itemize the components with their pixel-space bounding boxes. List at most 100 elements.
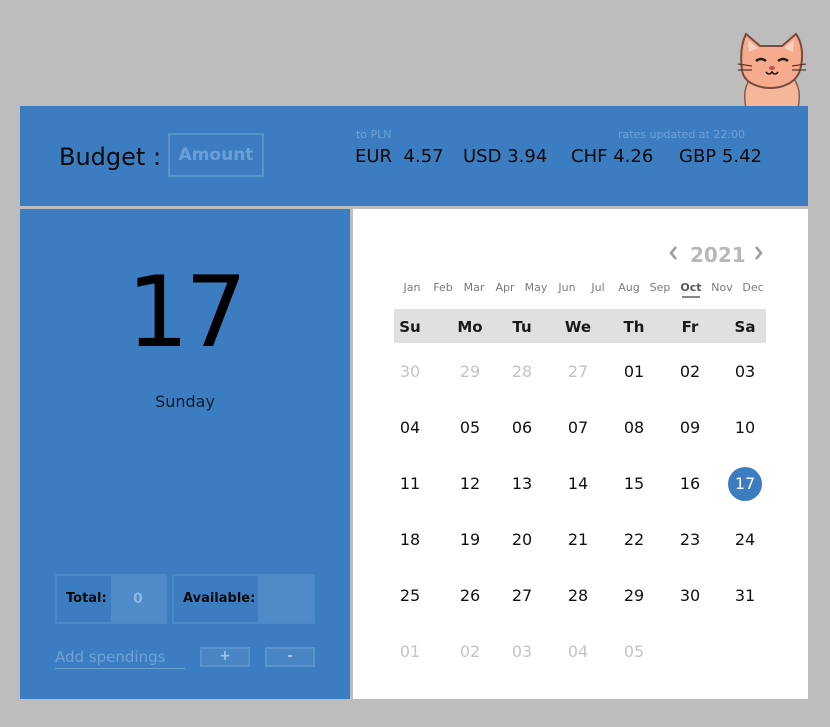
calendar-day[interactable]: 02	[450, 635, 490, 669]
subtract-spending-button[interactable]: -	[265, 647, 315, 667]
rate-value: 5.42	[721, 146, 762, 167]
calendar-day[interactable]: 14	[558, 467, 598, 501]
add-spending-button[interactable]: +	[200, 647, 250, 667]
month-jul[interactable]: Jul	[583, 281, 613, 294]
calendar-day[interactable]: 12	[450, 467, 490, 501]
rate-usd: USD 3.94	[463, 146, 547, 167]
month-aug[interactable]: Aug	[614, 281, 644, 294]
chevron-right-icon[interactable]	[754, 245, 764, 261]
calendar-day-label: 06	[511, 418, 533, 437]
month-jan[interactable]: Jan	[397, 281, 427, 294]
calendar-day[interactable]: 11	[390, 467, 430, 501]
calendar-day[interactable]: 01	[390, 635, 430, 669]
month-feb[interactable]: Feb	[428, 281, 458, 294]
calendar-day[interactable]: 24	[725, 523, 765, 557]
calendar-day-label: 27	[511, 586, 533, 605]
calendar-day-label: 04	[567, 642, 589, 661]
calendar-day[interactable]: 04	[390, 411, 430, 445]
rate-gbp: GBP 5.42	[679, 146, 762, 167]
calendar-day-label: 16	[679, 474, 701, 493]
calendar-day-label: 19	[459, 530, 481, 549]
month-oct[interactable]: Oct	[676, 281, 706, 298]
month-dec[interactable]: Dec	[738, 281, 768, 294]
calendar-day[interactable]: 28	[502, 355, 542, 389]
calendar-day-label: 22	[623, 530, 645, 549]
calendar-day-label: 13	[511, 474, 533, 493]
calendar-day-label: 12	[459, 474, 481, 493]
month-nov[interactable]: Nov	[707, 281, 737, 294]
calendar-day-label: 18	[399, 530, 421, 549]
rate-value: 4.26	[613, 146, 654, 167]
calendar-day[interactable]: 02	[670, 355, 710, 389]
calendar-day[interactable]: 03	[725, 355, 765, 389]
calendar-day[interactable]: 01	[614, 355, 654, 389]
calendar-day[interactable]: 30	[390, 355, 430, 389]
calendar-day-label: 15	[623, 474, 645, 493]
selected-day-number: 17	[126, 256, 248, 370]
calendar-day-label: 14	[567, 474, 589, 493]
add-spendings-input[interactable]	[55, 646, 185, 669]
calendar-day[interactable]: 30	[670, 579, 710, 613]
rate-code: GBP	[679, 146, 717, 167]
calendar-day[interactable]: 27	[558, 355, 598, 389]
available-box: Available:	[172, 574, 315, 624]
rates-updated-label: rates updated at 22:00	[618, 128, 746, 141]
calendar-day[interactable]: 15	[614, 467, 654, 501]
calendar-day[interactable]: 21	[558, 523, 598, 557]
rate-value: 3.94	[507, 146, 548, 167]
calendar-day[interactable]: 03	[502, 635, 542, 669]
calendar-day[interactable]: 04	[558, 635, 598, 669]
month-may[interactable]: May	[521, 281, 551, 294]
calendar-day-label: 23	[679, 530, 701, 549]
calendar-day-label: 27	[567, 362, 589, 381]
calendar-day-label: 17	[734, 474, 756, 493]
weekday-we: We	[564, 318, 592, 336]
weekday-mo: Mo	[457, 318, 483, 336]
calendar-day[interactable]: 06	[502, 411, 542, 445]
calendar-day-label: 10	[734, 418, 756, 437]
amount-input[interactable]	[168, 133, 264, 177]
calendar-day[interactable]: 31	[725, 579, 765, 613]
calendar-day[interactable]: 28	[558, 579, 598, 613]
calendar-day-label: 26	[459, 586, 481, 605]
month-sep[interactable]: Sep	[645, 281, 675, 294]
calendar-day-label: 20	[511, 530, 533, 549]
weekday-th: Th	[623, 318, 645, 336]
calendar-day[interactable]: 07	[558, 411, 598, 445]
calendar-day[interactable]: 22	[614, 523, 654, 557]
month-mar[interactable]: Mar	[459, 281, 489, 294]
calendar-day[interactable]: 20	[502, 523, 542, 557]
day-summary-panel: 17 Sunday Total: 0 Available: + -	[20, 209, 350, 699]
calendar-day[interactable]: 18	[390, 523, 430, 557]
calendar-day[interactable]: 09	[670, 411, 710, 445]
calendar-day-label: 01	[399, 642, 421, 661]
currency-base-label: to PLN	[356, 128, 392, 141]
calendar-day[interactable]: 26	[450, 579, 490, 613]
calendar-day-label: 01	[623, 362, 645, 381]
chevron-left-icon[interactable]	[668, 245, 678, 261]
calendar-day[interactable]: 27	[502, 579, 542, 613]
calendar-day[interactable]: 05	[614, 635, 654, 669]
calendar-day-label: 03	[511, 642, 533, 661]
calendar-day[interactable]: 16	[670, 467, 710, 501]
month-apr[interactable]: Apr	[490, 281, 520, 294]
calendar-day[interactable]: 13	[502, 467, 542, 501]
calendar-day[interactable]: 23	[670, 523, 710, 557]
calendar-day[interactable]: 08	[614, 411, 654, 445]
calendar-day-label: 24	[734, 530, 756, 549]
calendar-day[interactable]: 29	[450, 355, 490, 389]
calendar-day[interactable]: 05	[450, 411, 490, 445]
total-label: Total:	[66, 591, 107, 606]
calendar-day[interactable]: 25	[390, 579, 430, 613]
calendar-day-label: 07	[567, 418, 589, 437]
year-label: 2021	[690, 243, 746, 267]
calendar-day[interactable]: 29	[614, 579, 654, 613]
month-jun[interactable]: Jun	[552, 281, 582, 294]
rate-eur: EUR 4.57	[355, 146, 444, 167]
weekday-fr: Fr	[681, 318, 699, 336]
calendar-day[interactable]: 10	[725, 411, 765, 445]
calendar-day[interactable]: 19	[450, 523, 490, 557]
calendar-day-label: 05	[623, 642, 645, 661]
calendar-day-selected[interactable]: 17	[725, 467, 765, 501]
rate-value: 4.57	[403, 146, 444, 167]
